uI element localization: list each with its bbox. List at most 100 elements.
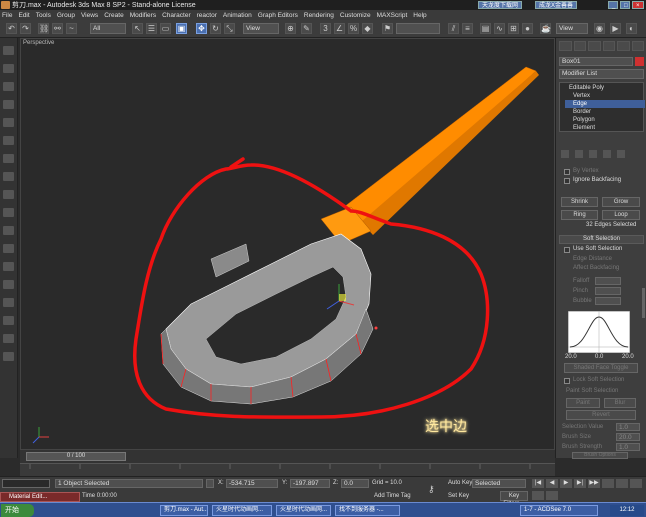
window-crossing-icon[interactable]: ▣ (176, 23, 187, 34)
y-coordinate[interactable]: -197.897 (290, 479, 330, 488)
spinner-snap-icon[interactable]: ◆ (362, 23, 373, 34)
auto-key-label[interactable]: Auto Key (448, 480, 472, 486)
tool-icon-12[interactable] (3, 244, 14, 253)
close-button[interactable]: × (632, 1, 644, 9)
task-browser-1[interactable]: 火星时代动画网... (212, 505, 272, 516)
stack-polygon[interactable]: Polygon (565, 116, 645, 124)
menu-file[interactable]: File (2, 12, 12, 19)
utilities-tab[interactable] (631, 41, 644, 51)
menu-maxscript[interactable]: MAXScript (377, 12, 408, 19)
lock-soft-selection-checkbox[interactable] (564, 378, 570, 384)
falloff-spinner[interactable] (595, 277, 621, 285)
z-coordinate[interactable]: 0.0 (341, 479, 369, 488)
grow-button[interactable]: Grow (602, 197, 640, 207)
stack-editable-poly[interactable]: Editable Poly (565, 84, 645, 92)
maximize-button[interactable]: □ (620, 1, 630, 9)
quick-render-icon[interactable]: ◉ (594, 23, 605, 34)
minimize-button[interactable]: _ (608, 1, 618, 9)
task-browser-2[interactable]: 火星时代动画网... (276, 505, 331, 516)
schematic-view-icon[interactable]: ⊞ (508, 23, 519, 34)
title-link-2[interactable]: 成龙X金善善 (535, 1, 578, 9)
layer-manager-icon[interactable]: ▤ (480, 23, 491, 34)
tool-icon-14[interactable] (3, 280, 14, 289)
tool-icon-3[interactable] (3, 82, 14, 91)
tool-icon-15[interactable] (3, 298, 14, 307)
select-scale-icon[interactable]: ⤡ (224, 23, 235, 34)
tool-icon-8[interactable] (3, 172, 14, 181)
tool-icon-17[interactable] (3, 334, 14, 343)
brush-options-button[interactable]: Brush Options (572, 452, 628, 459)
tool-icon-7[interactable] (3, 154, 14, 163)
tool-icon-2[interactable] (3, 64, 14, 73)
brush-size-spinner[interactable]: 20.0 (616, 433, 640, 441)
mirror-icon[interactable]: ⫽ (448, 23, 459, 34)
start-button[interactable]: 开始 (1, 504, 34, 517)
select-object-icon[interactable]: ↖ (132, 23, 143, 34)
angle-snap-icon[interactable]: ∠ (334, 23, 345, 34)
stack-vertex[interactable]: Vertex (565, 92, 645, 100)
tool-icon-9[interactable] (3, 190, 14, 199)
maxscript-listener[interactable] (2, 479, 50, 488)
bubble-spinner[interactable] (595, 297, 621, 305)
align-icon[interactable]: ≡ (462, 23, 473, 34)
object-name-field[interactable]: Box01 (559, 57, 633, 66)
display-tab[interactable] (617, 41, 630, 51)
tool-icon-18[interactable] (3, 352, 14, 361)
stack-edge[interactable]: Edge (565, 100, 645, 108)
add-time-tag[interactable]: Add Time Tag (374, 493, 411, 499)
perspective-viewport[interactable]: Perspective (20, 38, 555, 450)
play-icon[interactable]: ▶ (560, 479, 572, 488)
object-color-swatch[interactable] (635, 57, 644, 66)
tool-icon-10[interactable] (3, 208, 14, 217)
by-vertex-checkbox[interactable] (564, 169, 570, 175)
task-acdsee[interactable]: 1-7 - ACDSee 7.0 (520, 505, 598, 516)
ignore-backfacing-checkbox[interactable] (564, 178, 570, 184)
configure-sets-icon[interactable] (617, 150, 625, 158)
menu-help[interactable]: Help (413, 12, 426, 19)
selection-value-spinner[interactable]: 1.0 (616, 423, 640, 431)
unlink-icon[interactable]: ⚯ (52, 23, 63, 34)
undo-icon[interactable]: ↶ (6, 23, 17, 34)
ring-button[interactable]: Ring (561, 210, 598, 220)
key-mode-icon[interactable]: ⚷ (428, 484, 440, 494)
tool-icon-1[interactable] (3, 46, 14, 55)
selection-filter-dropdown[interactable]: All (90, 23, 126, 34)
fov-icon[interactable] (532, 491, 544, 500)
tool-icon-13[interactable] (3, 262, 14, 271)
menu-animation[interactable]: Animation (223, 12, 252, 19)
track-bar[interactable] (20, 463, 555, 476)
menu-graph-editors[interactable]: Graph Editors (258, 12, 298, 19)
render-scene-icon[interactable]: ☕ (540, 23, 551, 34)
x-coordinate[interactable]: -534.715 (226, 479, 278, 488)
tool-icon-5[interactable] (3, 118, 14, 127)
menu-tools[interactable]: Tools (36, 12, 51, 19)
task-3dsmax[interactable]: 剪刀.max - Aut... (160, 505, 208, 516)
modifier-list-dropdown[interactable]: Modifier List (559, 69, 644, 79)
zoom-icon[interactable] (602, 479, 614, 488)
menu-group[interactable]: Group (57, 12, 75, 19)
loop-button[interactable]: Loop (602, 210, 640, 220)
orbit-icon[interactable] (630, 479, 642, 488)
make-unique-icon[interactable] (589, 150, 597, 158)
menu-reactor[interactable]: reactor (197, 12, 217, 19)
named-selection-icon[interactable]: ⚑ (382, 23, 393, 34)
modify-tab[interactable] (573, 41, 586, 51)
soft-selection-rollout[interactable]: Soft Selection (559, 235, 644, 244)
tool-icon-6[interactable] (3, 136, 14, 145)
percent-snap-icon[interactable]: % (348, 23, 359, 34)
render-type-dropdown[interactable]: View (556, 23, 588, 34)
key-filters-button[interactable]: Key Filters... (500, 491, 528, 507)
set-key-label[interactable]: Set Key (448, 493, 469, 499)
remove-modifier-icon[interactable] (603, 150, 611, 158)
motion-tab[interactable] (602, 41, 615, 51)
named-selection-dropdown[interactable] (396, 23, 440, 34)
tool-icon-4[interactable] (3, 100, 14, 109)
material-editor-icon[interactable]: ● (522, 23, 533, 34)
brush-strength-spinner[interactable]: 1.0 (616, 443, 640, 451)
menu-character[interactable]: Character (162, 12, 191, 19)
redo-icon[interactable]: ↷ (20, 23, 31, 34)
shaded-face-toggle-button[interactable]: Shaded Face Toggle (564, 363, 638, 373)
time-slider[interactable]: 0 / 100 (26, 452, 126, 461)
prev-frame-icon[interactable]: ◀ (546, 479, 558, 488)
menu-edit[interactable]: Edit (18, 12, 29, 19)
